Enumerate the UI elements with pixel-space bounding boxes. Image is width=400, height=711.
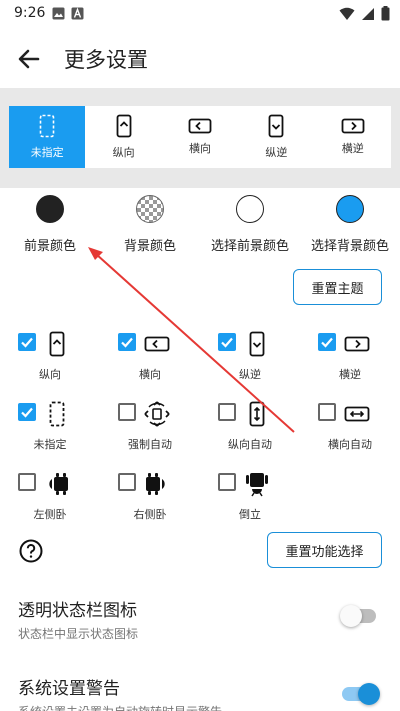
feature-item-landscape-reverse[interactable]: 横逆: [300, 333, 400, 397]
color-row: 前景颜色 背景颜色 选择前景颜色 选择背景颜色: [0, 193, 400, 254]
feature-label: 强制自动: [128, 438, 172, 451]
orientation-tab-label: 纵向: [112, 146, 135, 159]
orientation-tab-label: 横向: [188, 142, 211, 155]
feature-item-portrait-auto[interactable]: 纵向自动: [200, 401, 300, 467]
phone-landscape-reverse-icon: [341, 118, 365, 134]
color-swatch-selected-background: [336, 195, 364, 223]
setting-subtitle: 系统设置未设置为自动旋转时显示警告: [18, 703, 388, 711]
phone-portrait-icon: [49, 331, 65, 357]
setting-title: 系统设置警告: [18, 679, 120, 699]
toggle-knob: [358, 683, 380, 705]
phone-portrait-reverse-icon: [249, 331, 265, 357]
color-label: 背景颜色: [123, 239, 176, 254]
back-button[interactable]: [14, 44, 44, 74]
feature-label: 横向自动: [328, 438, 372, 451]
color-swatch-background: [136, 195, 164, 223]
setting-system-warning[interactable]: 系统设置警告 系统设置未设置为自动旋转时显示警告: [18, 674, 388, 711]
android-left-icon: [49, 473, 68, 495]
phone-unspecified-icon: [49, 401, 65, 427]
background-color-picker[interactable]: 背景颜色: [100, 193, 200, 254]
feature-item-lie-right[interactable]: 右侧卧: [100, 473, 200, 537]
feature-label: 横向: [139, 368, 161, 381]
feature-item-unspecified[interactable]: 未指定: [0, 401, 100, 467]
rotate-arrows-icon: [144, 401, 170, 427]
color-label: 选择前景颜色: [210, 239, 289, 254]
checkbox-unchecked-icon[interactable]: [18, 473, 36, 491]
phone-portrait-reverse-icon: [268, 114, 284, 138]
arrow-left-icon: [18, 49, 40, 69]
page-title: 更多设置: [64, 48, 148, 72]
checkbox-checked-icon[interactable]: [318, 333, 336, 351]
color-swatch-foreground: [36, 195, 64, 223]
feature-label: 右侧卧: [133, 508, 167, 521]
feature-item-lie-left[interactable]: 左侧卧: [0, 473, 100, 537]
checkbox-unchecked-icon[interactable]: [218, 403, 236, 421]
orientation-tab-portrait[interactable]: 纵向: [85, 106, 161, 168]
system-warning-toggle[interactable]: [342, 683, 380, 705]
phone-landscape-auto-icon: [344, 406, 370, 422]
feature-label: 倒立: [239, 508, 261, 521]
setting-subtitle: 状态栏中显示状态图标: [18, 627, 139, 641]
feature-label: 纵向自动: [228, 438, 272, 451]
battery-icon: [381, 6, 390, 21]
setting-title: 透明状态栏图标: [18, 601, 137, 621]
reset-features-button[interactable]: 重置功能选择: [267, 532, 382, 568]
feature-label: 未指定: [33, 438, 67, 451]
checkbox-checked-icon[interactable]: [18, 403, 36, 421]
feature-item-portrait-reverse[interactable]: 纵逆: [200, 331, 300, 397]
phone-unspecified-icon: [39, 114, 55, 138]
status-bar: 9:26: [0, 0, 400, 28]
image-icon: [52, 7, 65, 20]
help-icon[interactable]: [19, 539, 43, 563]
feature-label: 纵向: [39, 368, 61, 381]
orientation-tab-label: 纵逆: [265, 146, 288, 159]
checkbox-unchecked-icon[interactable]: [318, 403, 336, 421]
checkbox-unchecked-icon[interactable]: [218, 473, 236, 491]
feature-label: 左侧卧: [33, 508, 67, 521]
wifi-icon: [339, 7, 355, 20]
android-upside-down-icon: [246, 473, 268, 497]
checkbox-unchecked-icon[interactable]: [118, 403, 136, 421]
phone-landscape-reverse-icon: [344, 336, 370, 352]
orientation-tab-label: 未指定: [30, 146, 64, 159]
setting-transparent-statusbar[interactable]: 透明状态栏图标 状态栏中显示状态图标: [18, 596, 388, 642]
app-bar: 更多设置: [0, 28, 400, 88]
phone-portrait-auto-icon: [249, 401, 265, 427]
status-time: 9:26: [14, 5, 46, 21]
color-label: 选择背景颜色: [310, 239, 389, 254]
phone-landscape-icon: [144, 336, 170, 352]
selected-background-color-picker[interactable]: 选择背景颜色: [300, 193, 400, 254]
checkbox-unchecked-icon[interactable]: [118, 473, 136, 491]
feature-item-upside-down[interactable]: 倒立: [200, 473, 300, 537]
phone-portrait-icon: [116, 114, 131, 138]
selected-foreground-color-picker[interactable]: 选择前景颜色: [200, 193, 300, 254]
checkbox-checked-icon[interactable]: [218, 333, 236, 351]
feature-item-portrait[interactable]: 纵向: [0, 331, 100, 397]
orientation-tab-unspecified[interactable]: 未指定: [9, 106, 86, 168]
phone-landscape-icon: [188, 118, 212, 134]
color-label: 前景颜色: [23, 239, 76, 254]
checkbox-checked-icon[interactable]: [18, 333, 36, 351]
orientation-tabs: 未指定 纵向 横向 纵逆 横逆: [9, 106, 391, 168]
feature-item-landscape[interactable]: 横向: [100, 333, 200, 397]
toggle-knob: [340, 605, 362, 627]
reset-theme-button[interactable]: 重置主题: [293, 269, 382, 305]
orientation-tab-portrait-reverse[interactable]: 纵逆: [238, 106, 314, 168]
foreground-color-picker[interactable]: 前景颜色: [0, 193, 100, 254]
feature-item-landscape-auto[interactable]: 横向自动: [300, 403, 400, 467]
transparent-statusbar-toggle[interactable]: [340, 605, 376, 627]
color-swatch-selected-foreground: [236, 195, 264, 223]
checkbox-checked-icon[interactable]: [118, 333, 136, 351]
orientation-tab-landscape-reverse[interactable]: 横逆: [315, 106, 391, 168]
feature-item-force-auto[interactable]: 强制自动: [100, 401, 200, 467]
feature-label: 纵逆: [239, 368, 261, 381]
orientation-tab-landscape[interactable]: 横向: [162, 106, 238, 168]
orientation-tab-label: 横逆: [341, 142, 364, 155]
orientation-panel: 未指定 纵向 横向 纵逆 横逆: [0, 88, 400, 188]
feature-label: 横逆: [339, 368, 361, 381]
a-letter-icon: [71, 7, 84, 20]
signal-icon: [362, 7, 374, 20]
android-right-icon: [146, 473, 165, 495]
